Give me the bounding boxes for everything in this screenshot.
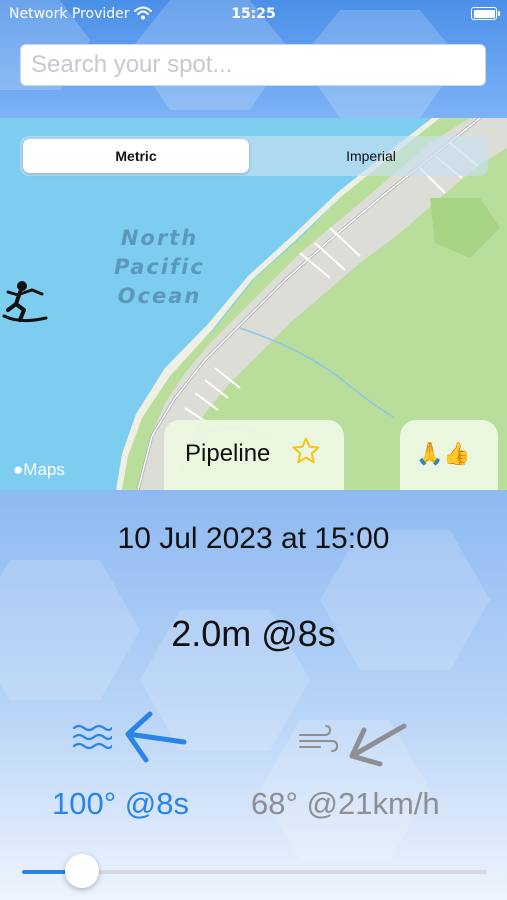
- maps-attribution-label: Maps: [23, 460, 65, 479]
- surfer-icon[interactable]: [0, 280, 50, 326]
- spot-name: Pipeline: [185, 440, 271, 467]
- wind-icon: [299, 725, 338, 752]
- ocean-label-line-2: Pacific: [114, 255, 205, 279]
- reaction-emojis: 🙏👍: [416, 442, 471, 467]
- ocean-label-line-1: North: [120, 226, 199, 250]
- status-bar: Network Provider 15:25: [0, 0, 507, 28]
- time-slider[interactable]: [22, 854, 487, 888]
- wind-direction-arrow-icon: [349, 723, 407, 767]
- map-view[interactable]: Metric Imperial North Pacific Ocean ●Map…: [0, 118, 507, 490]
- search-field[interactable]: [20, 44, 486, 86]
- wind-direction-text: 68° @21km/h: [251, 786, 440, 821]
- metric-option[interactable]: Metric: [23, 139, 249, 173]
- spot-card[interactable]: Pipeline: [164, 420, 344, 490]
- swell-summary: 2.0m @8s: [171, 613, 336, 654]
- swell-direction-arrow-icon: [125, 711, 187, 763]
- battery-icon: [471, 7, 500, 20]
- swell-direction-text: 100° @8s: [52, 786, 189, 821]
- imperial-option[interactable]: Imperial: [258, 139, 484, 173]
- status-time: 15:25: [231, 6, 276, 22]
- reaction-card[interactable]: 🙏👍: [400, 420, 498, 490]
- apple-logo-icon: ●: [13, 460, 24, 479]
- search-input[interactable]: [21, 45, 485, 85]
- ocean-label: North Pacific Ocean: [112, 224, 207, 311]
- units-segmented-control[interactable]: Metric Imperial: [20, 136, 488, 176]
- waves-icon: [72, 724, 112, 750]
- maps-attribution[interactable]: ●Maps: [13, 460, 65, 480]
- ocean-label-line-3: Ocean: [117, 284, 202, 308]
- header: Network Provider 15:25: [0, 0, 507, 118]
- forecast-datetime: 10 Jul 2023 at 15:00: [117, 522, 390, 555]
